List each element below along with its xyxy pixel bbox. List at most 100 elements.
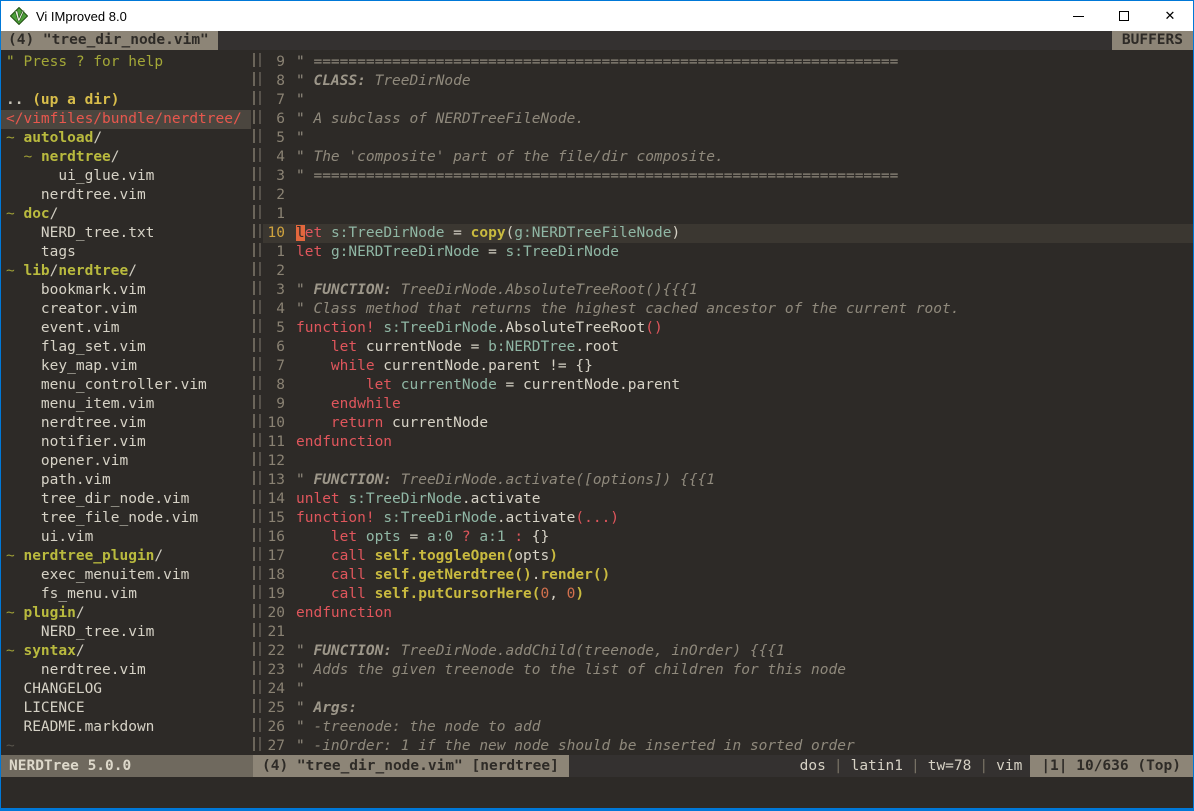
tree-row[interactable]: ~ nerdtree/ xyxy=(1,148,251,167)
tree-row[interactable]: notifier.vim xyxy=(1,433,251,452)
tree-row[interactable]: menu_item.vim xyxy=(1,395,251,414)
tree-row[interactable]: ~ xyxy=(1,737,251,755)
cursor-position-status: |1| 10/636 (Top) xyxy=(1030,755,1193,777)
code-row[interactable]: 8 let currentNode = currentNode.parent xyxy=(263,376,1193,395)
tree-row[interactable]: ui_glue.vim xyxy=(1,167,251,186)
tree-row[interactable]: nerdtree.vim xyxy=(1,186,251,205)
code-row[interactable]: 16 let opts = a:0 ? a:1 : {} xyxy=(263,528,1193,547)
code-row[interactable]: 2 xyxy=(263,262,1193,281)
code-row[interactable]: 22" FUNCTION: TreeDirNode.addChild(treen… xyxy=(263,642,1193,661)
tabline-fill xyxy=(218,31,1112,50)
command-line[interactable] xyxy=(1,777,1193,808)
code-row[interactable]: 1 xyxy=(263,205,1193,224)
code-row[interactable]: 9" =====================================… xyxy=(263,53,1193,72)
tree-row-text: notifier.vim xyxy=(6,434,146,450)
status-fill xyxy=(569,755,800,777)
tree-row[interactable] xyxy=(1,72,251,91)
code-row[interactable]: 5function! s:TreeDirNode.AbsoluteTreeRoo… xyxy=(263,319,1193,338)
code-row[interactable]: 19 call self.putCursorHere(0, 0) xyxy=(263,585,1193,604)
code-row[interactable]: 26" -treenode: the node to add xyxy=(263,718,1193,737)
code-row[interactable]: 12 xyxy=(263,452,1193,471)
code-row[interactable]: 24" xyxy=(263,680,1193,699)
code-row[interactable]: 5" xyxy=(263,129,1193,148)
code-row[interactable]: 21 xyxy=(263,623,1193,642)
tree-row[interactable]: " Press ? for help xyxy=(1,53,251,72)
tree-row[interactable]: menu_controller.vim xyxy=(1,376,251,395)
code-row[interactable]: 7 while currentNode.parent != {} xyxy=(263,357,1193,376)
tree-row-text: ~ nerdtree/ xyxy=(6,149,120,165)
minimize-button[interactable] xyxy=(1055,1,1101,31)
tree-row[interactable]: exec_menuitem.vim xyxy=(1,566,251,585)
tree-row-text: " Press ? for help xyxy=(6,54,163,70)
tree-row[interactable]: event.vim xyxy=(1,319,251,338)
code-row[interactable]: 10let s:TreeDirNode = copy(g:NERDTreeFil… xyxy=(263,224,1193,243)
code-row[interactable]: 13" FUNCTION: TreeDirNode.activate([opti… xyxy=(263,471,1193,490)
tree-row[interactable]: ~ autoload/ xyxy=(1,129,251,148)
tab-tree-dir-node[interactable]: (4) "tree_dir_node.vim" xyxy=(1,31,218,50)
tree-row[interactable]: nerdtree.vim xyxy=(1,414,251,433)
code-row[interactable]: 17 call self.toggleOpen(opts) xyxy=(263,547,1193,566)
code-row[interactable]: 9 endwhile xyxy=(263,395,1193,414)
line-number: 5 xyxy=(263,129,285,148)
tree-row[interactable]: .. (up a dir) xyxy=(1,91,251,110)
line-number: 9 xyxy=(263,395,285,414)
code-row[interactable]: 20endfunction xyxy=(263,604,1193,623)
code-row-text: call self.getNerdtree().render() xyxy=(296,566,610,585)
code-row[interactable]: 25" Args: xyxy=(263,699,1193,718)
tree-row[interactable]: tree_file_node.vim xyxy=(1,509,251,528)
code-row[interactable]: 11endfunction xyxy=(263,433,1193,452)
nerdtree-content: " Press ? for help .. (up a dir)</vimfile… xyxy=(1,50,251,755)
tree-row[interactable]: README.markdown xyxy=(1,718,251,737)
code-row[interactable]: 27" -inOrder: 1 if the new node should b… xyxy=(263,737,1193,755)
code-row[interactable]: 15function! s:TreeDirNode.activate(...) xyxy=(263,509,1193,528)
tab-line: (4) "tree_dir_node.vim" BUFFERS xyxy=(1,31,1193,50)
tree-row[interactable]: NERD_tree.vim xyxy=(1,623,251,642)
code-row[interactable]: 4" The 'composite' part of the file/dir … xyxy=(263,148,1193,167)
window-separator[interactable] xyxy=(251,50,263,755)
tree-row-text: flag_set.vim xyxy=(6,339,146,355)
editor-content: 9" =====================================… xyxy=(263,50,1193,755)
tree-row[interactable]: tags xyxy=(1,243,251,262)
close-button[interactable]: ✕ xyxy=(1147,1,1193,31)
code-row[interactable]: 6 let currentNode = b:NERDTree.root xyxy=(263,338,1193,357)
code-row[interactable]: 4" Class method that returns the highest… xyxy=(263,300,1193,319)
tree-row[interactable]: fs_menu.vim xyxy=(1,585,251,604)
code-row[interactable]: 2 xyxy=(263,186,1193,205)
line-number: 1 xyxy=(263,243,285,262)
tree-row[interactable]: ~ nerdtree_plugin/ xyxy=(1,547,251,566)
tree-row[interactable]: ~ syntax/ xyxy=(1,642,251,661)
code-row[interactable]: 10 return currentNode xyxy=(263,414,1193,433)
tree-row[interactable]: ui.vim xyxy=(1,528,251,547)
tree-row[interactable]: LICENCE xyxy=(1,699,251,718)
tree-row[interactable]: </vimfiles/bundle/nerdtree/ xyxy=(1,110,251,129)
tree-row[interactable]: tree_dir_node.vim xyxy=(1,490,251,509)
code-row[interactable]: 3" FUNCTION: TreeDirNode.AbsoluteTreeRoo… xyxy=(263,281,1193,300)
tree-row[interactable]: ~ lib/nerdtree/ xyxy=(1,262,251,281)
tree-row[interactable]: opener.vim xyxy=(1,452,251,471)
tree-row-text: ~ nerdtree_plugin/ xyxy=(6,548,163,564)
tree-row[interactable]: ~ doc/ xyxy=(1,205,251,224)
tree-row[interactable]: ~ plugin/ xyxy=(1,604,251,623)
vim-logo-icon xyxy=(10,7,28,25)
tree-row-text: nerdtree.vim xyxy=(6,415,146,431)
tree-row[interactable]: nerdtree.vim xyxy=(1,661,251,680)
tree-row[interactable]: CHANGELOG xyxy=(1,680,251,699)
code-row[interactable]: 7" xyxy=(263,91,1193,110)
tree-row[interactable]: key_map.vim xyxy=(1,357,251,376)
tree-row-text: bookmark.vim xyxy=(6,282,146,298)
code-row[interactable]: 3" =====================================… xyxy=(263,167,1193,186)
code-row[interactable]: 1let g:NERDTreeDirNode = s:TreeDirNode xyxy=(263,243,1193,262)
tree-row[interactable]: bookmark.vim xyxy=(1,281,251,300)
code-row[interactable]: 6" A subclass of NERDTreeFileNode. xyxy=(263,110,1193,129)
code-row[interactable]: 8" CLASS: TreeDirNode xyxy=(263,72,1193,91)
code-row[interactable]: 23" Adds the given treenode to the list … xyxy=(263,661,1193,680)
code-row[interactable]: 18 call self.getNerdtree().render() xyxy=(263,566,1193,585)
code-row[interactable]: 14unlet s:TreeDirNode.activate xyxy=(263,490,1193,509)
buffers-label: BUFFERS xyxy=(1112,31,1193,50)
tree-row[interactable]: flag_set.vim xyxy=(1,338,251,357)
maximize-button[interactable] xyxy=(1101,1,1147,31)
line-number: 10 xyxy=(263,224,285,243)
tree-row[interactable]: creator.vim xyxy=(1,300,251,319)
tree-row[interactable]: NERD_tree.txt xyxy=(1,224,251,243)
tree-row[interactable]: path.vim xyxy=(1,471,251,490)
